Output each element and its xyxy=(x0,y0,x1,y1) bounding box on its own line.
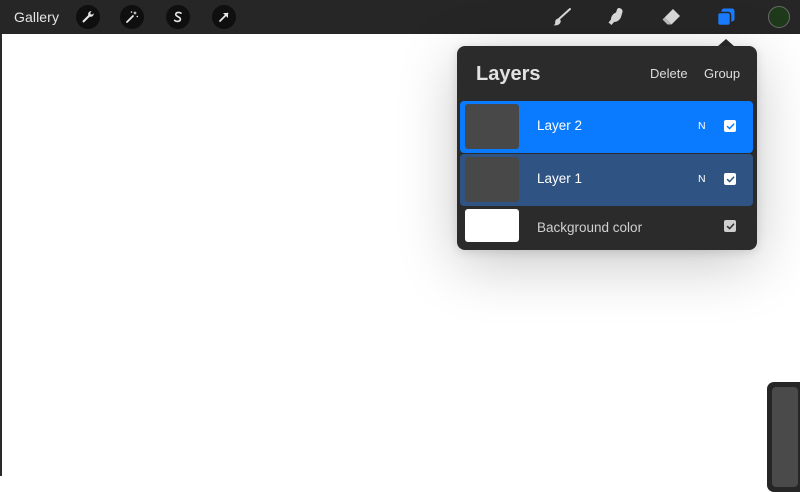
selection-s-icon[interactable] xyxy=(166,5,190,29)
blend-mode-button[interactable]: N xyxy=(698,120,706,132)
group-button[interactable]: Group xyxy=(704,66,740,81)
gallery-button[interactable]: Gallery xyxy=(14,9,59,25)
layers-panel-title: Layers xyxy=(476,63,541,85)
layer-row-layer-1[interactable]: Layer 1 N xyxy=(460,154,753,206)
layer-thumbnail xyxy=(465,157,519,202)
layer-name: Background color xyxy=(537,220,643,235)
canvas-left-edge xyxy=(0,34,2,476)
layers-icon[interactable] xyxy=(715,6,737,28)
layer-row-layer-2[interactable]: Layer 2 N xyxy=(460,101,753,153)
layer-name: Layer 1 xyxy=(537,171,583,186)
layer-thumbnail xyxy=(465,104,519,149)
brush-size-slider[interactable] xyxy=(772,387,798,487)
magic-wand-icon[interactable] xyxy=(120,5,144,29)
wrench-icon[interactable] xyxy=(76,5,100,29)
eraser-icon[interactable] xyxy=(660,6,682,28)
background-visibility-checkbox[interactable] xyxy=(724,220,736,232)
background-color-thumbnail[interactable] xyxy=(465,209,519,242)
top-toolbar: Gallery xyxy=(0,0,800,34)
blend-mode-button[interactable]: N xyxy=(698,173,706,185)
layer-visibility-checkbox[interactable] xyxy=(724,120,736,132)
checkmark-icon xyxy=(726,122,734,130)
smudge-icon[interactable] xyxy=(605,6,627,28)
delete-button[interactable]: Delete xyxy=(650,66,688,81)
brush-icon[interactable] xyxy=(551,6,573,28)
checkmark-icon xyxy=(726,175,734,183)
layer-visibility-checkbox[interactable] xyxy=(724,173,736,185)
layer-name: Layer 2 xyxy=(537,118,583,133)
layer-row-background-color[interactable]: Background color xyxy=(460,201,753,248)
transform-arrow-icon[interactable] xyxy=(212,5,236,29)
layers-panel: Layers Delete Group Layer 2 N Layer 1 N … xyxy=(457,46,757,250)
checkmark-icon xyxy=(726,222,734,230)
color-picker-button[interactable] xyxy=(768,6,790,28)
